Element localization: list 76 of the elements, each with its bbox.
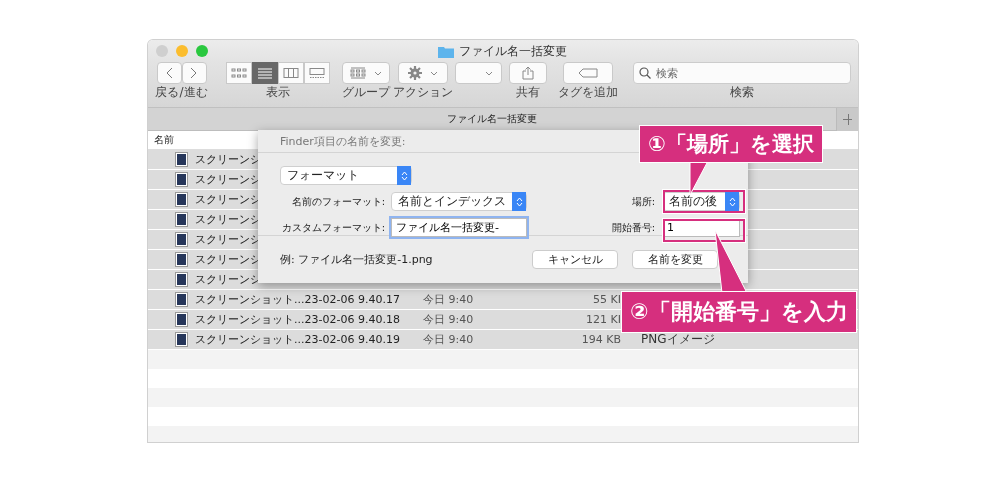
toolbar-label: アクション	[393, 86, 453, 99]
tag-icon	[578, 68, 598, 78]
chevron-down-icon	[485, 70, 493, 76]
custom-format-field[interactable]: ファイル名一括変更-	[391, 218, 527, 237]
group-button[interactable]	[342, 62, 390, 84]
kind-cell: PNGイメージ	[641, 331, 715, 348]
column-header[interactable]: 名前	[154, 133, 174, 147]
toolbar-label: 共有	[516, 86, 540, 99]
file-name: スクリーンシ	[195, 152, 261, 167]
icon-view-button[interactable]	[225, 62, 252, 84]
size-cell-text: 121 KI	[585, 313, 621, 326]
date-cell-text: 今日 9:40	[423, 332, 475, 347]
chevron-down-icon	[374, 70, 382, 76]
field-label: 場所:	[631, 194, 655, 209]
file-name: スクリーンシ	[195, 252, 261, 267]
plus-icon	[843, 113, 852, 125]
file-name: スクリーンシ	[195, 192, 261, 207]
list-view-button[interactable]	[251, 62, 278, 84]
field-label: 名前のフォーマット:	[290, 194, 385, 209]
image-file-icon	[175, 332, 188, 347]
example-text: 例: ファイル名一括変更-1.png	[280, 251, 434, 267]
file-name: スクリーンシ	[195, 232, 261, 247]
name-format-popup[interactable]: 名前とインデックス	[391, 192, 527, 211]
window-title: ファイル名一括変更	[459, 43, 567, 60]
gallery-view-button[interactable]	[303, 62, 330, 84]
toolbar-label: 検索	[730, 86, 754, 99]
toolbar-label: 表示	[265, 86, 290, 99]
grid-icon	[350, 67, 366, 79]
search-field[interactable]: 検索	[633, 62, 851, 84]
file-name: スクリーンショット...23-02-06 9.40.19	[195, 332, 400, 347]
file-name: スクリーンシ	[195, 212, 261, 227]
minimize-button[interactable]	[176, 45, 188, 57]
rename-button[interactable]: 名前を変更	[632, 249, 718, 269]
forward-button[interactable]	[181, 62, 207, 84]
chevron-left-icon	[165, 67, 173, 79]
column-view-button[interactable]	[277, 62, 304, 84]
list-icon	[256, 67, 273, 79]
close-button[interactable]	[156, 45, 168, 57]
gallery-icon	[308, 67, 325, 79]
stepper-icon	[397, 166, 411, 185]
place-popup[interactable]: 名前の後	[662, 192, 740, 211]
dropdown-button[interactable]	[455, 62, 502, 84]
toolbar-label: 戻る/進む	[155, 86, 208, 99]
image-file-icon	[175, 292, 188, 307]
share-button[interactable]	[509, 62, 547, 84]
gear-icon	[408, 66, 422, 80]
zoom-button[interactable]	[196, 45, 208, 57]
date-cell-text: 今日 9:40	[423, 312, 475, 327]
file-name: スクリーンシ	[195, 172, 261, 187]
new-tab-button[interactable]	[836, 107, 858, 131]
chevron-right-icon	[190, 67, 198, 79]
folder-icon	[438, 45, 454, 58]
field-label: 開始番号:	[611, 220, 655, 235]
cancel-button[interactable]: キャンセル	[532, 249, 618, 269]
date-cell-text: 今日 9:40	[423, 292, 475, 307]
stepper-icon	[725, 192, 739, 211]
file-name: スクリーンシ	[195, 272, 261, 287]
callout-pointer	[688, 161, 710, 197]
file-row[interactable]: スクリーンショット...23-02-06 9.40.19 今日 9:40 194 KB PNGイメージ	[148, 330, 858, 350]
size-cell-text: 55 KI	[592, 293, 621, 306]
file-name: スクリーンショット...23-02-06 9.40.17	[195, 292, 400, 307]
columns-icon	[282, 67, 299, 79]
image-file-icon	[175, 312, 188, 327]
grid-icon	[230, 67, 247, 79]
file-name: スクリーンショット...23-02-06 9.40.18	[195, 312, 400, 327]
action-button[interactable]	[398, 62, 448, 84]
toolbar-label: タグを追加	[558, 86, 618, 99]
stepper-icon	[512, 192, 526, 211]
back-button[interactable]	[156, 62, 182, 84]
field-label: カスタムフォーマット:	[280, 220, 385, 235]
share-icon	[522, 66, 534, 80]
toolbar-label: グループ	[342, 86, 390, 99]
mode-popup[interactable]: フォーマット	[280, 166, 412, 185]
size-cell-text: 194 KB	[580, 333, 621, 346]
tag-button[interactable]	[563, 62, 613, 84]
chevron-down-icon	[430, 70, 438, 76]
